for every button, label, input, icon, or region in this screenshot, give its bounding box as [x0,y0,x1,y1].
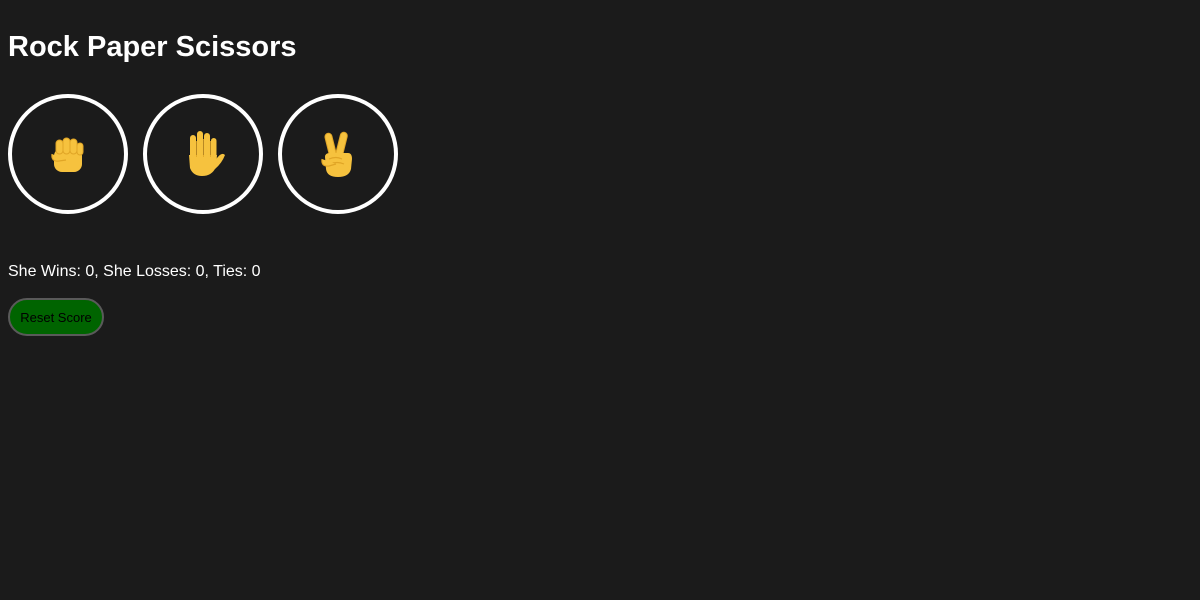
game-page: Rock Paper Scissors She Wins: 0, She Los… [0,0,1200,600]
raised-fist-icon [51,137,84,172]
victory-hand-icon [321,131,352,177]
page-title: Rock Paper Scissors [8,31,297,63]
move-buttons [8,94,398,214]
score-text: She Wins: 0, She Losses: 0, Ties: 0 [8,263,261,280]
rock-button[interactable] [8,94,128,214]
scissors-button[interactable] [278,94,398,214]
paper-button[interactable] [143,94,263,214]
raised-hand-icon [189,131,225,176]
reset-score-button[interactable]: Reset Score [8,298,104,336]
